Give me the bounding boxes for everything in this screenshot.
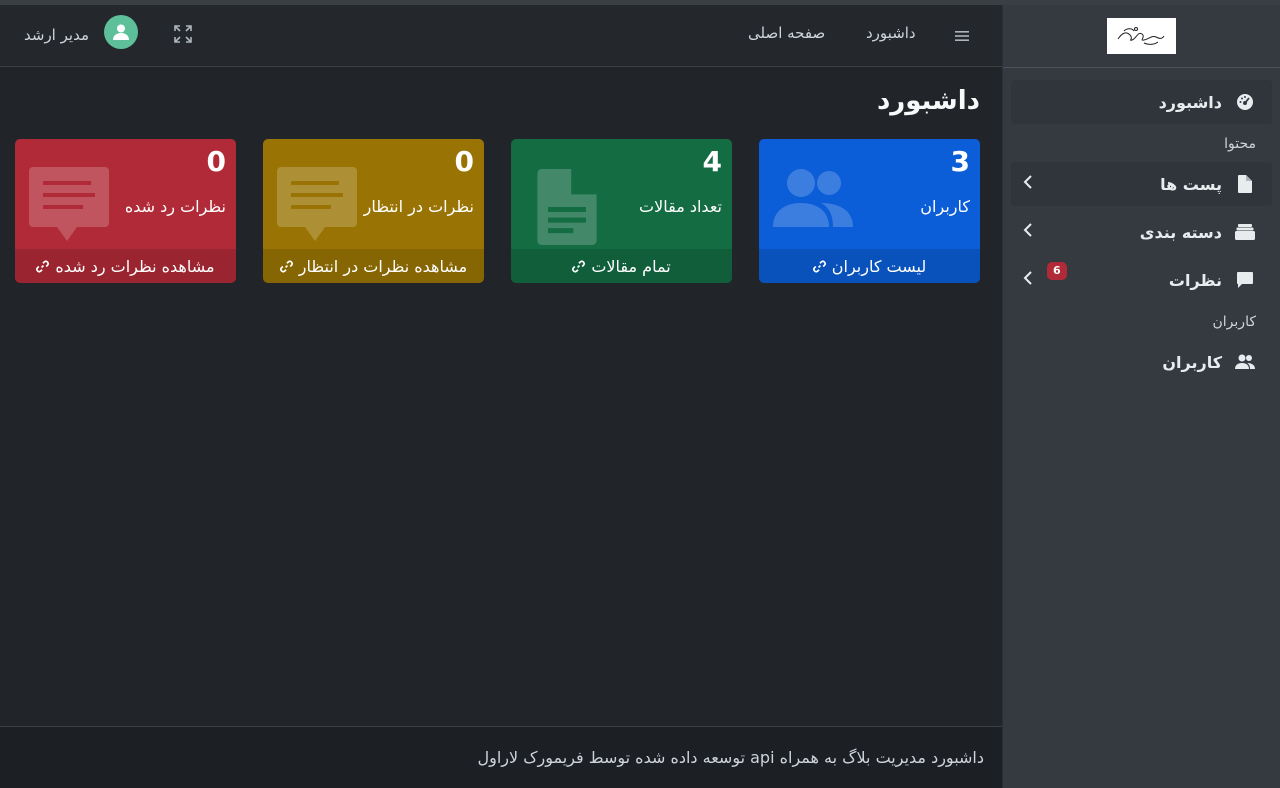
file-icon <box>1234 173 1256 195</box>
layers-icon <box>1234 221 1256 243</box>
sidebar-item-label: پست ها <box>1160 174 1222 194</box>
sidebar-item-label: کاربران <box>1162 352 1222 372</box>
sidebar-item-categories[interactable]: دسته بندی <box>1011 210 1272 254</box>
stat-count: 3 <box>950 145 970 178</box>
stat-count: 4 <box>702 145 722 178</box>
stat-card-rejected-comments: 0 نظرات رد شده مشاهده نظرات رد شده <box>15 139 236 283</box>
page-title: داشبورد <box>876 86 980 116</box>
top-navbar: داشبورد صفحه اصلی مدیر ارشد <box>0 5 1002 67</box>
sidebar-header-users: کاربران <box>1212 314 1256 330</box>
comment-icon <box>29 167 109 247</box>
comments-count-badge: 6 <box>1047 262 1067 280</box>
avatar[interactable] <box>104 15 138 49</box>
stat-caption: کاربران <box>920 197 970 216</box>
users-icon <box>773 167 853 235</box>
users-icon <box>1234 351 1256 373</box>
chevron-left-icon[interactable] <box>1023 270 1033 290</box>
stat-card-footer-link[interactable]: مشاهده نظرات رد شده <box>15 249 236 283</box>
sidebar-header-content: محتوا <box>1224 136 1256 152</box>
stat-caption: نظرات در انتظار <box>363 197 474 216</box>
brand[interactable] <box>1003 5 1280 68</box>
expand-icon[interactable] <box>174 25 192 47</box>
stat-caption: نظرات رد شده <box>124 197 226 216</box>
stat-caption: تعداد مقالات <box>639 197 722 216</box>
sidebar: داشبورد محتوا پست ها دسته بندی نظرات 6 ک… <box>1002 5 1280 788</box>
link-icon <box>36 260 50 273</box>
gauge-icon <box>1234 91 1256 113</box>
stat-count: 0 <box>454 145 474 178</box>
sidebar-item-posts[interactable]: پست ها <box>1011 162 1272 206</box>
sidebar-item-label: دسته بندی <box>1139 222 1222 242</box>
chevron-left-icon[interactable] <box>1023 222 1033 242</box>
stat-card-footer-link[interactable]: مشاهده نظرات در انتظار <box>263 249 484 283</box>
hamburger-icon[interactable] <box>955 27 969 46</box>
link-icon <box>279 260 293 273</box>
comment-icon <box>277 167 357 247</box>
footer-link-label: لیست کاربران <box>831 256 927 276</box>
page-footer: داشبورد مدیریت بلاگ به همراه api توسعه د… <box>0 726 1002 788</box>
brand-logo[interactable] <box>1107 18 1176 54</box>
footer-link-label: مشاهده نظرات رد شده <box>55 256 215 276</box>
navbar-link-home[interactable]: صفحه اصلی <box>748 24 825 42</box>
user-name[interactable]: مدیر ارشد <box>24 26 89 44</box>
sidebar-item-dashboard[interactable]: داشبورد <box>1011 80 1272 124</box>
stat-count: 0 <box>206 145 226 178</box>
navbar-link-dashboard[interactable]: داشبورد <box>866 24 916 42</box>
chevron-left-icon[interactable] <box>1023 174 1033 194</box>
sidebar-item-comments[interactable]: نظرات 6 <box>1011 258 1272 302</box>
stat-card-footer-link[interactable]: لیست کاربران <box>759 249 980 283</box>
link-icon <box>812 260 826 273</box>
file-icon <box>537 169 597 249</box>
footer-link-label: مشاهده نظرات در انتظار <box>298 256 468 276</box>
sidebar-item-label: داشبورد <box>1158 92 1222 112</box>
stat-card-users: 3 کاربران لیست کاربران <box>759 139 980 283</box>
comment-icon <box>1234 269 1256 291</box>
stat-card-articles: 4 تعداد مقالات تمام مقالات <box>511 139 732 283</box>
link-icon <box>572 260 586 273</box>
user-icon <box>113 24 129 40</box>
stat-card-pending-comments: 0 نظرات در انتظار مشاهده نظرات در انتظار <box>263 139 484 283</box>
sidebar-item-users[interactable]: کاربران <box>1011 340 1272 384</box>
sidebar-item-label: نظرات <box>1168 270 1222 290</box>
stat-card-footer-link[interactable]: تمام مقالات <box>511 249 732 283</box>
footer-link-label: تمام مقالات <box>591 256 671 276</box>
footer-text: داشبورد مدیریت بلاگ به همراه api توسعه د… <box>477 748 984 767</box>
